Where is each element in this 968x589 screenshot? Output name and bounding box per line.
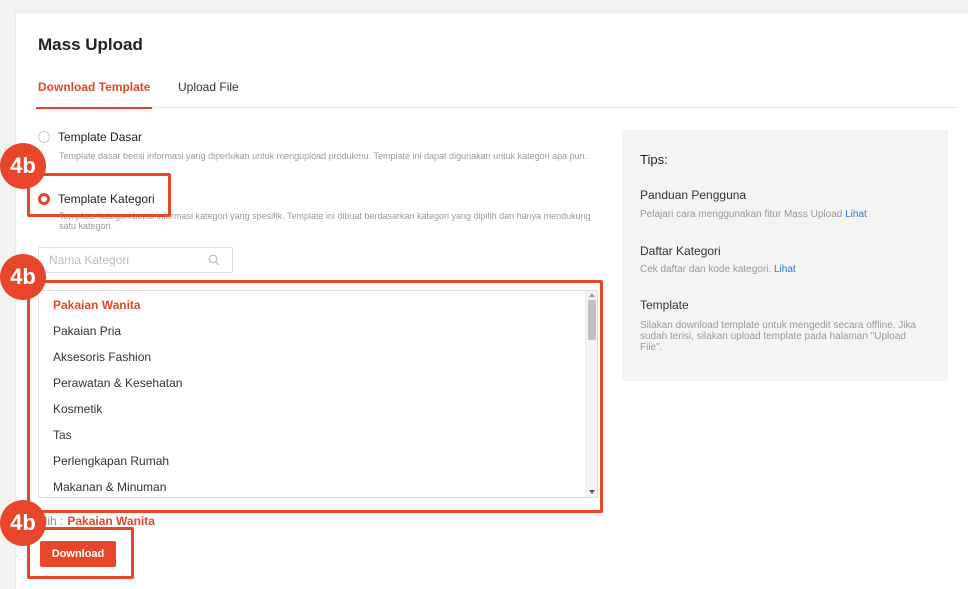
list-item[interactable]: Tas — [53, 428, 72, 442]
radio-template-dasar[interactable]: Template Dasar — [38, 130, 142, 144]
scroll-up-icon[interactable] — [589, 293, 595, 297]
lihat-link[interactable]: Lihat — [774, 264, 796, 275]
download-button[interactable]: Download — [40, 541, 116, 567]
tip-heading-panduan: Panduan Pengguna — [640, 188, 747, 202]
tip-text-template: Silakan download template untuk mengedit… — [640, 320, 917, 353]
scroll-down-icon[interactable] — [589, 490, 595, 494]
list-scrollbar[interactable] — [585, 291, 597, 497]
list-item[interactable]: Aksesoris Fashion — [53, 350, 151, 364]
list-item[interactable]: Pakaian Wanita — [53, 298, 141, 312]
list-item[interactable]: Perlengkapan Rumah — [53, 454, 169, 468]
tab-download-template[interactable]: Download Template — [35, 80, 153, 109]
radio-button[interactable] — [38, 131, 50, 143]
tips-panel: Tips: Panduan Pengguna Pelajari cara men… — [622, 130, 948, 381]
template-kategori-description: Template kategori berisi informasi kateg… — [59, 211, 591, 231]
radio-label: Template Dasar — [58, 130, 143, 144]
tip-text-daftar: Cek daftar dan kode kategori. Lihat — [640, 264, 796, 275]
radio-template-kategori[interactable]: Template Kategori — [38, 192, 155, 206]
category-list: Pakaian Wanita Pakaian Pria Aksesoris Fa… — [38, 290, 598, 498]
step-badge: 4b — [0, 500, 46, 546]
step-badge: 4b — [0, 254, 46, 300]
radio-label: Template Kategori — [58, 192, 155, 206]
tip-heading-template: Template — [640, 298, 689, 312]
search-icon[interactable] — [208, 254, 220, 266]
tab-upload-file[interactable]: Upload File — [178, 80, 239, 108]
category-search — [38, 247, 233, 273]
list-item[interactable]: Makanan & Minuman — [53, 480, 166, 494]
search-input[interactable] — [39, 248, 204, 272]
lihat-link[interactable]: Lihat — [845, 209, 867, 220]
radio-button-checked[interactable] — [38, 193, 50, 205]
template-dasar-description: Template dasar berisi informasi yang dip… — [59, 151, 588, 161]
selected-category-value: Pakaian Wanita — [67, 514, 155, 528]
tips-title: Tips: — [640, 152, 668, 167]
list-item[interactable]: Perawatan & Kesehatan — [53, 376, 182, 390]
list-item[interactable]: Pakaian Pria — [53, 324, 121, 338]
scroll-thumb[interactable] — [588, 300, 596, 340]
step-badge: 4b — [0, 143, 46, 189]
page-title: Mass Upload — [38, 35, 143, 54]
selected-category-line: ilih : Pakaian Wanita — [42, 514, 155, 528]
list-item[interactable]: Kosmetik — [53, 402, 102, 416]
tab-bar: Download Template Upload File — [35, 80, 958, 109]
tip-text-panduan: Pelajari cara menggunakan fitur Mass Upl… — [640, 209, 867, 220]
tip-heading-daftar: Daftar Kategori — [640, 244, 721, 258]
